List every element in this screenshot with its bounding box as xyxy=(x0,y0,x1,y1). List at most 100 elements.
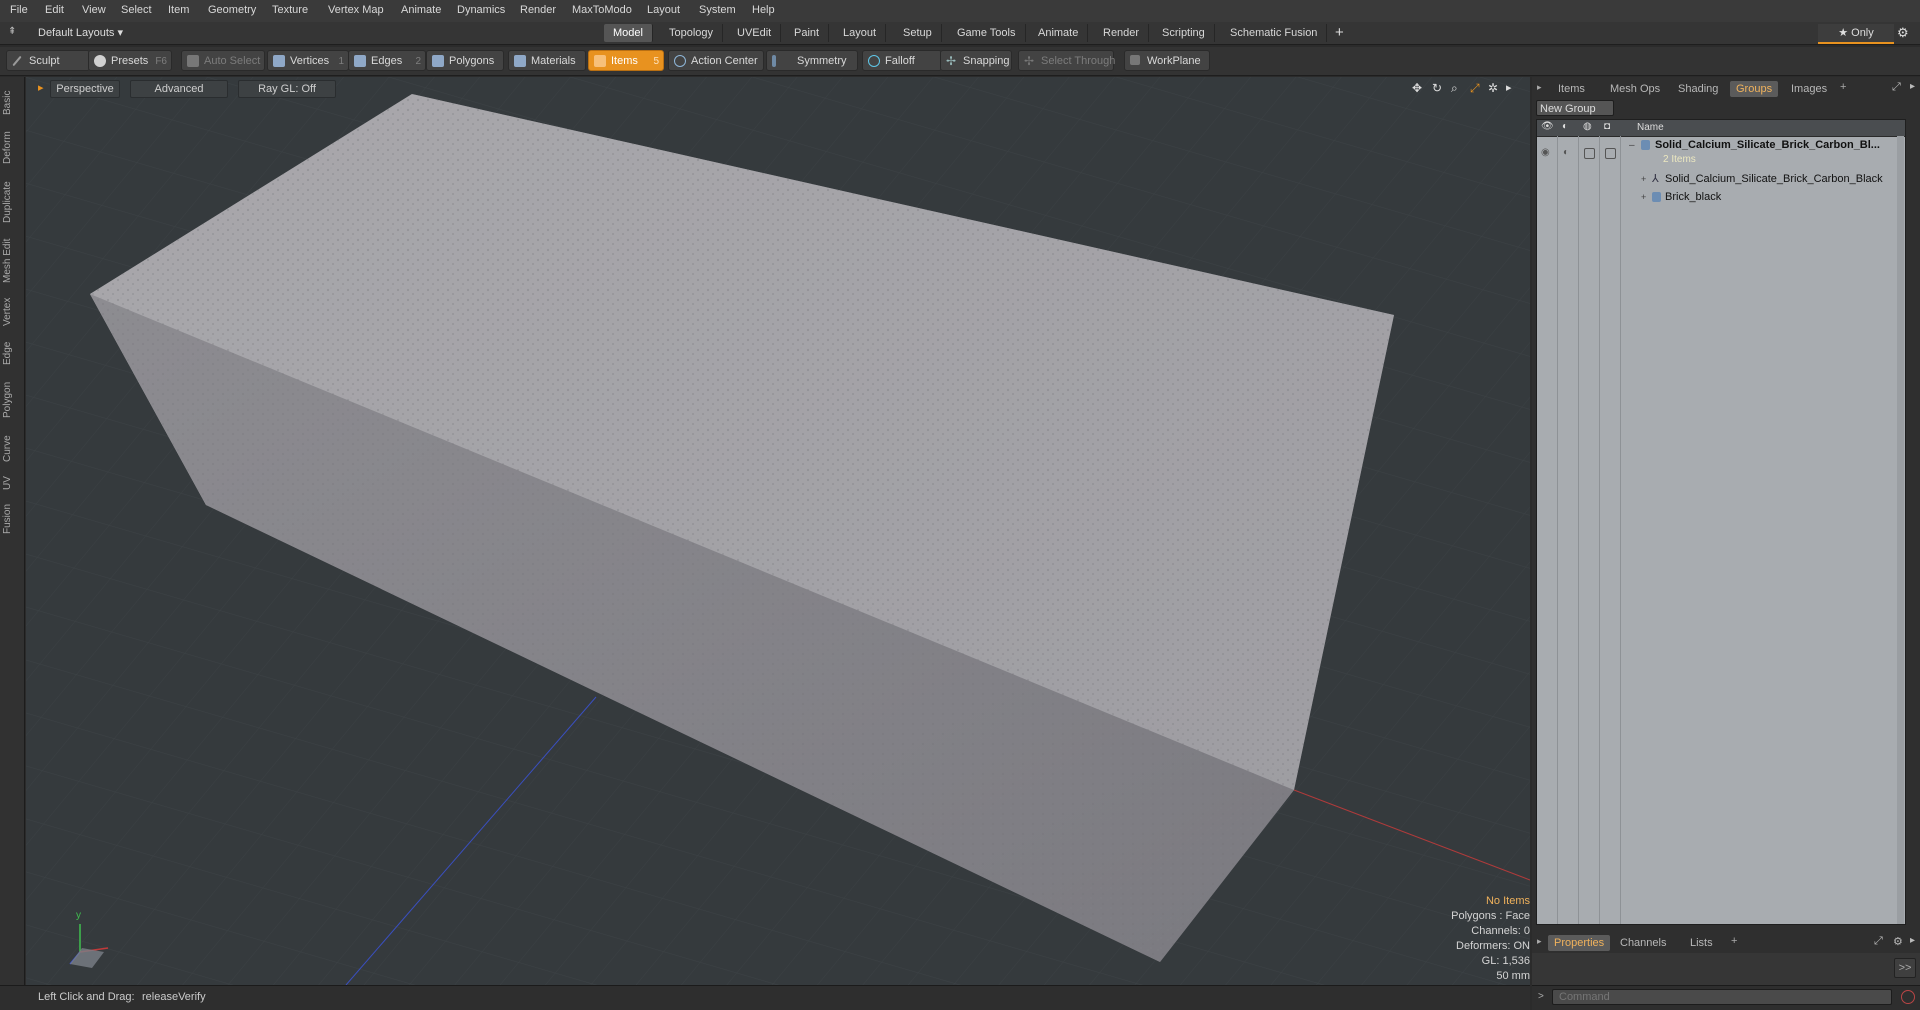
select-toggle[interactable] xyxy=(1605,148,1616,159)
expand-icon[interactable]: + xyxy=(1641,192,1646,202)
tab-animate[interactable]: Animate xyxy=(1029,24,1089,42)
menu-geometry[interactable]: Geometry xyxy=(208,4,256,16)
maximize-bottom-icon[interactable]: ⤢ xyxy=(1874,935,1883,948)
layout-preset-dropdown[interactable]: Default Layouts ▾ xyxy=(38,26,123,39)
list-scrollbar[interactable] xyxy=(1897,136,1904,924)
action-center-button[interactable]: Action Center xyxy=(668,50,764,71)
menu-help[interactable]: Help xyxy=(752,4,775,16)
tab-layout[interactable]: Layout xyxy=(834,24,887,42)
visibility-column-icon[interactable]: 👁 xyxy=(1541,121,1554,132)
gear-icon[interactable]: ⚙ xyxy=(1897,25,1909,41)
rotate-icon[interactable]: ↻ xyxy=(1432,81,1442,95)
tab-topology[interactable]: Topology xyxy=(660,24,724,42)
tab-uvedit[interactable]: UVEdit xyxy=(728,24,782,42)
vtab-polygon[interactable]: Polygon xyxy=(2,373,22,427)
zoom-icon[interactable]: ⌕ xyxy=(1451,81,1458,96)
tab-shading[interactable]: Shading xyxy=(1672,81,1724,97)
tab-render[interactable]: Render xyxy=(1094,24,1150,42)
panel-menu-icon[interactable]: ▸ xyxy=(1537,82,1542,93)
tab-setup[interactable]: Setup xyxy=(894,24,942,42)
menu-vertex-map[interactable]: Vertex Map xyxy=(328,4,384,16)
select-through-button[interactable]: ✢ Select Through xyxy=(1018,50,1115,71)
materials-button[interactable]: Materials xyxy=(508,50,586,71)
command-history-icon[interactable]: > xyxy=(1538,991,1544,1002)
group-row[interactable]: ◉ ◐ – Solid_Calcium_Silicate_Brick_Carbo… xyxy=(1537,138,1905,170)
menu-animate[interactable]: Animate xyxy=(401,4,441,16)
fit-icon[interactable]: ⤢ xyxy=(1470,81,1480,96)
tab-schematic-fusion[interactable]: Schematic Fusion xyxy=(1221,24,1328,42)
tab-properties[interactable]: Properties xyxy=(1548,935,1611,951)
lock-toggle[interactable] xyxy=(1584,148,1595,159)
record-icon[interactable] xyxy=(1901,990,1915,1004)
render-column-icon[interactable]: ◐ xyxy=(1562,121,1568,132)
tab-items[interactable]: Items xyxy=(1552,81,1591,97)
only-filter-button[interactable]: ★ Only xyxy=(1818,24,1894,44)
vertices-button[interactable]: Vertices 1 xyxy=(267,50,349,71)
viewport-expand-icon[interactable]: ▸ xyxy=(1506,81,1512,94)
edges-button[interactable]: Edges 2 xyxy=(348,50,426,71)
falloff-button[interactable]: Falloff xyxy=(862,50,942,71)
items-button[interactable]: Items 5 xyxy=(588,50,664,71)
vtab-deform[interactable]: Deform xyxy=(2,125,22,171)
collapse-icon[interactable]: – xyxy=(1629,140,1635,151)
vtab-mesh-edit[interactable]: Mesh Edit xyxy=(2,233,22,289)
tab-mesh-ops[interactable]: Mesh Ops xyxy=(1604,81,1666,97)
pan-icon[interactable]: ✥ xyxy=(1412,81,1422,95)
name-column-header[interactable]: Name xyxy=(1637,122,1664,133)
menu-layout[interactable]: Layout xyxy=(647,4,680,16)
bottom-expand-icon[interactable]: ▸ xyxy=(1910,935,1915,946)
sculpt-button[interactable]: Sculpt xyxy=(6,50,90,71)
layout-toggle-icon[interactable]: ⇞ xyxy=(8,26,16,37)
tab-scripting[interactable]: Scripting xyxy=(1153,24,1215,42)
new-group-button[interactable]: New Group xyxy=(1536,100,1614,116)
menu-dynamics[interactable]: Dynamics xyxy=(457,4,505,16)
add-panel-tab-button[interactable]: + xyxy=(1840,81,1846,93)
render-toggle-icon[interactable]: ◐ xyxy=(1563,147,1569,158)
maximize-panel-icon[interactable]: ⤢ xyxy=(1892,81,1901,94)
workplane-button[interactable]: WorkPlane xyxy=(1124,50,1210,71)
auto-select-button[interactable]: Auto Select xyxy=(181,50,265,71)
panel-expand-icon[interactable]: ▸ xyxy=(1910,81,1915,92)
tab-game-tools[interactable]: Game Tools xyxy=(948,24,1026,42)
menu-maxtomodo[interactable]: MaxToModo xyxy=(572,4,632,16)
menu-edit[interactable]: Edit xyxy=(45,4,64,16)
vtab-curve[interactable]: Curve xyxy=(2,429,22,469)
visibility-eye-icon[interactable]: ◉ xyxy=(1541,147,1550,158)
select-column-icon[interactable]: ◘ xyxy=(1604,121,1610,132)
3d-viewport[interactable] xyxy=(26,77,1530,985)
tab-groups[interactable]: Groups xyxy=(1730,81,1779,97)
bottom-panel-menu-icon[interactable]: ▸ xyxy=(1537,936,1542,947)
expand-properties-button[interactable]: >> xyxy=(1894,958,1916,978)
list-item[interactable]: + ⅄ Solid_Calcium_Silicate_Brick_Carbon_… xyxy=(1537,171,1905,187)
view-mode-button[interactable]: Perspective xyxy=(50,80,120,98)
vtab-duplicate[interactable]: Duplicate xyxy=(2,173,22,231)
vtab-uv[interactable]: UV xyxy=(2,471,22,495)
menu-select[interactable]: Select xyxy=(121,4,152,16)
tab-paint[interactable]: Paint xyxy=(785,24,830,42)
symmetry-button[interactable]: Symmetry xyxy=(766,50,858,71)
tab-model[interactable]: Model xyxy=(604,24,653,42)
lock-column-icon[interactable]: ◍ xyxy=(1583,121,1592,132)
vtab-fusion[interactable]: Fusion xyxy=(2,497,22,541)
menu-item[interactable]: Item xyxy=(168,4,189,16)
tab-channels[interactable]: Channels xyxy=(1614,935,1672,951)
add-tab-button[interactable]: + xyxy=(1335,24,1344,41)
menu-render[interactable]: Render xyxy=(520,4,556,16)
tab-images[interactable]: Images xyxy=(1785,81,1833,97)
vtab-edge[interactable]: Edge xyxy=(2,335,22,371)
add-bottom-tab-button[interactable]: + xyxy=(1731,935,1737,947)
menu-texture[interactable]: Texture xyxy=(272,4,308,16)
viewport-settings-icon[interactable]: ✲ xyxy=(1488,81,1498,95)
command-input[interactable] xyxy=(1552,989,1892,1005)
menu-file[interactable]: File xyxy=(10,4,28,16)
presets-button[interactable]: Presets F6 xyxy=(88,50,172,71)
menu-view[interactable]: View xyxy=(82,4,106,16)
tab-lists[interactable]: Lists xyxy=(1684,935,1719,951)
vtab-basic[interactable]: Basic xyxy=(2,83,22,123)
bottom-settings-icon[interactable]: ⚙ xyxy=(1893,935,1903,948)
menu-system[interactable]: System xyxy=(699,4,736,16)
expand-icon[interactable]: + xyxy=(1641,174,1646,184)
snapping-button[interactable]: ✢ Snapping xyxy=(940,50,1012,71)
polygons-button[interactable]: Polygons xyxy=(426,50,504,71)
raygl-button[interactable]: Ray GL: Off xyxy=(238,80,336,98)
